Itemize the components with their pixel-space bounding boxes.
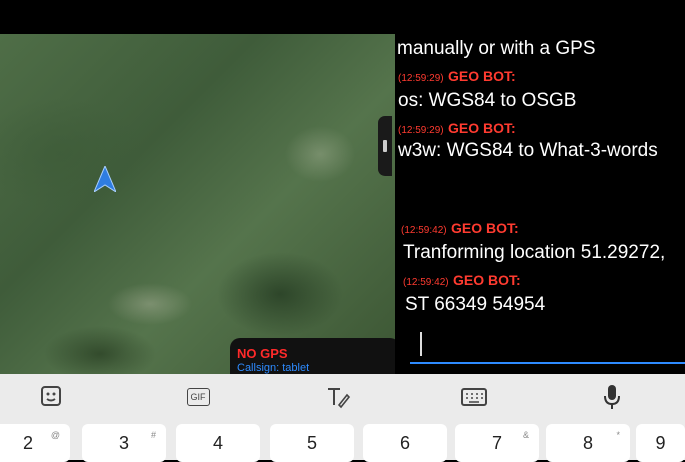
message-timestamp: (12:59:42): [401, 225, 447, 236]
key-8[interactable]: 8 *: [546, 424, 630, 462]
microphone-icon: [604, 385, 620, 409]
voice-input-button[interactable]: [592, 374, 632, 420]
message-timestamp: (12:59:29): [398, 73, 444, 84]
satellite-map[interactable]: [0, 34, 400, 374]
gps-status-text: NO GPS: [237, 346, 288, 361]
message-timestamp: (12:59:29): [398, 125, 444, 136]
sticker-icon: [41, 386, 61, 406]
chat-message-header: (12:59:29) GEO BOT:: [398, 120, 685, 138]
message-sender: GEO BOT:: [453, 272, 521, 288]
chat-message-header: (12:59:42) GEO BOT:: [403, 272, 685, 290]
chat-panel[interactable]: manually or with a GPS (12:59:29) GEO BO…: [395, 34, 685, 374]
key-3[interactable]: 3 #: [82, 424, 166, 462]
handle-grip-icon: [383, 140, 387, 152]
message-sender: GEO BOT:: [448, 120, 516, 136]
message-sender: GEO BOT:: [448, 68, 516, 84]
handwriting-icon: [328, 388, 351, 409]
chat-message-text: ST 66349 54954: [405, 294, 546, 315]
gps-status-panel: NO GPS Callsign: tablet: [230, 338, 400, 378]
chat-message-header: (12:59:29) GEO BOT:: [398, 68, 685, 86]
key-6[interactable]: 6: [363, 424, 447, 462]
key-9[interactable]: 9: [636, 424, 685, 462]
panel-drag-handle[interactable]: [378, 116, 392, 176]
chat-message-header: (12:59:42) GEO BOT:: [401, 220, 685, 238]
chat-input-field[interactable]: [410, 328, 685, 364]
message-sender: GEO BOT:: [451, 220, 519, 236]
top-bar: [0, 0, 685, 34]
keyboard-icon: [461, 388, 487, 406]
chat-message-text: os: WGS84 to OSGB: [398, 90, 577, 111]
chat-message-text: Tranforming location 51.29272,: [403, 242, 666, 263]
navigation-arrow-icon: [94, 166, 116, 192]
key-5[interactable]: 5: [270, 424, 354, 462]
message-timestamp: (12:59:42): [403, 277, 449, 288]
text-caret: [420, 332, 422, 356]
key-2[interactable]: 2 @: [0, 424, 70, 462]
gif-button[interactable]: GIF: [178, 374, 218, 420]
sticker-button[interactable]: [32, 374, 72, 420]
key-7[interactable]: 7 &: [455, 424, 539, 462]
key-4[interactable]: 4: [176, 424, 260, 462]
gif-icon: GIF: [186, 388, 210, 406]
chat-message-text: manually or with a GPS: [397, 38, 596, 59]
handwriting-button[interactable]: [318, 374, 358, 420]
chat-message-text: w3w: WGS84 to What-3-words: [398, 140, 658, 161]
callsign-text: Callsign: tablet: [237, 362, 310, 374]
keyboard-layout-button[interactable]: [454, 374, 494, 420]
on-screen-keyboard: GIF 2 @ 3 # 4 5 6 7 & 8 * 9: [0, 374, 685, 462]
